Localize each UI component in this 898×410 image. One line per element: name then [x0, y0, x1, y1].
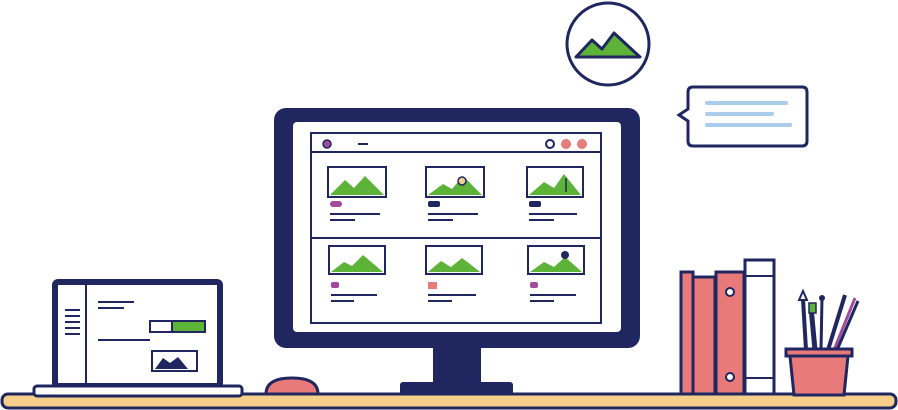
desk-illustration: [0, 1, 898, 410]
chat-bubble-icon: [676, 85, 809, 148]
laptop: [32, 279, 244, 398]
binders: [679, 258, 776, 396]
pen-cup: [784, 288, 860, 397]
landscape-bubble-icon: [565, 1, 651, 87]
mouse: [264, 376, 320, 396]
monitor: [274, 108, 640, 395]
